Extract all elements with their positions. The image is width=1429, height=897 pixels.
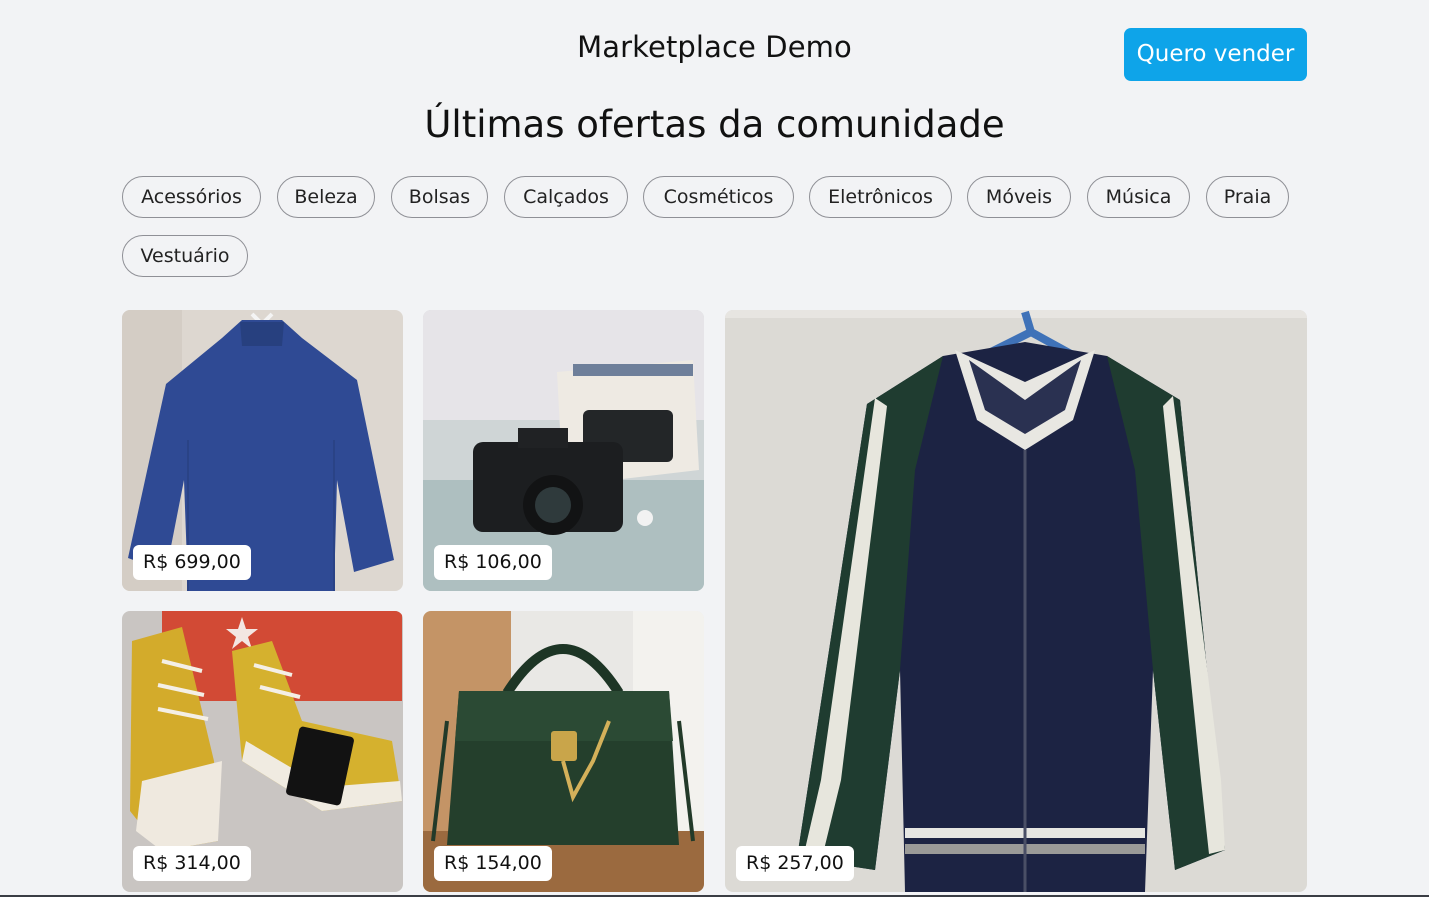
- price-label: R$ 257,00: [736, 846, 854, 881]
- price-label: R$ 699,00: [133, 545, 251, 580]
- category-chip-vestuario[interactable]: Vestuário: [122, 235, 248, 277]
- product-card[interactable]: R$ 257,00: [725, 310, 1307, 892]
- sell-button[interactable]: Quero vender: [1124, 28, 1307, 81]
- category-chip-cosmeticos[interactable]: Cosméticos: [643, 176, 794, 218]
- price-label: R$ 154,00: [434, 846, 552, 881]
- category-chip-praia[interactable]: Praia: [1206, 176, 1289, 218]
- category-chip-bolsas[interactable]: Bolsas: [391, 176, 488, 218]
- category-chip-acessorios[interactable]: Acessórios: [122, 176, 261, 218]
- bomber-jacket-photo: [725, 310, 1307, 892]
- header: Marketplace Demo Quero vender: [0, 0, 1429, 100]
- category-chip-moveis[interactable]: Móveis: [967, 176, 1071, 218]
- product-card[interactable]: R$ 699,00: [122, 310, 403, 591]
- price-label: R$ 106,00: [434, 545, 552, 580]
- category-chip-beleza[interactable]: Beleza: [277, 176, 375, 218]
- category-chip-musica[interactable]: Música: [1087, 176, 1190, 218]
- product-card[interactable]: R$ 314,00: [122, 611, 403, 892]
- product-card[interactable]: R$ 154,00: [423, 611, 704, 892]
- category-chip-eletronicos[interactable]: Eletrônicos: [809, 176, 952, 218]
- price-label: R$ 314,00: [133, 846, 251, 881]
- category-chip-calcados[interactable]: Calçados: [504, 176, 628, 218]
- product-card[interactable]: R$ 106,00: [423, 310, 704, 591]
- page-title: Últimas ofertas da comunidade: [424, 103, 1005, 146]
